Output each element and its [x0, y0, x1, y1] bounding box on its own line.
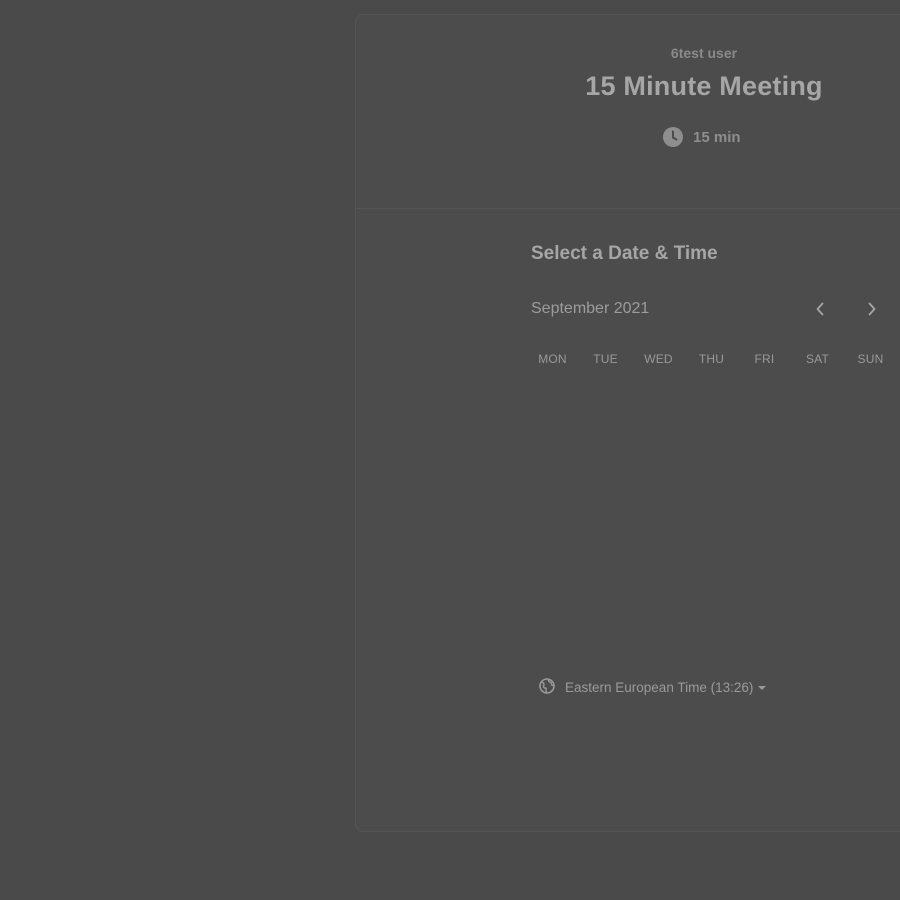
chevron-right-icon: [867, 302, 877, 321]
timezone-selector[interactable]: Eastern European Time (13:26): [539, 678, 767, 697]
month-label: September 2021: [531, 300, 650, 317]
caret-down-icon: [758, 686, 767, 690]
page: 6test user 15 Minute Meeting 15 min Sele…: [0, 0, 900, 900]
event-duration: 15 min: [663, 127, 741, 147]
next-month-button[interactable]: [859, 298, 885, 324]
chevron-left-icon: [815, 302, 825, 321]
organizer-name: 6test user: [670, 45, 738, 61]
weekday-header-row: MON TUE WED THU FRI SAT SUN: [526, 352, 897, 366]
booking-card: 6test user 15 Minute Meeting 15 min Sele…: [355, 14, 900, 832]
weekday-sun: SUN: [857, 352, 884, 366]
weekday-wed: WED: [644, 352, 673, 366]
weekday-thu: THU: [698, 352, 725, 366]
previous-month-button[interactable]: [807, 298, 833, 324]
clock-icon: [663, 127, 683, 147]
event-title: 15 Minute Meeting: [585, 71, 823, 101]
weekday-fri: FRI: [754, 352, 775, 366]
event-header: 6test user 15 Minute Meeting 15 min: [356, 15, 900, 209]
duration-label: 15 min: [693, 128, 741, 146]
weekday-tue: TUE: [593, 352, 618, 366]
section-title: Select a Date & Time: [531, 243, 718, 264]
weekday-mon: MON: [538, 352, 567, 366]
timezone-label: Eastern European Time (13:26): [565, 680, 754, 695]
globe-icon: [539, 678, 555, 697]
weekday-sat: SAT: [805, 352, 830, 366]
